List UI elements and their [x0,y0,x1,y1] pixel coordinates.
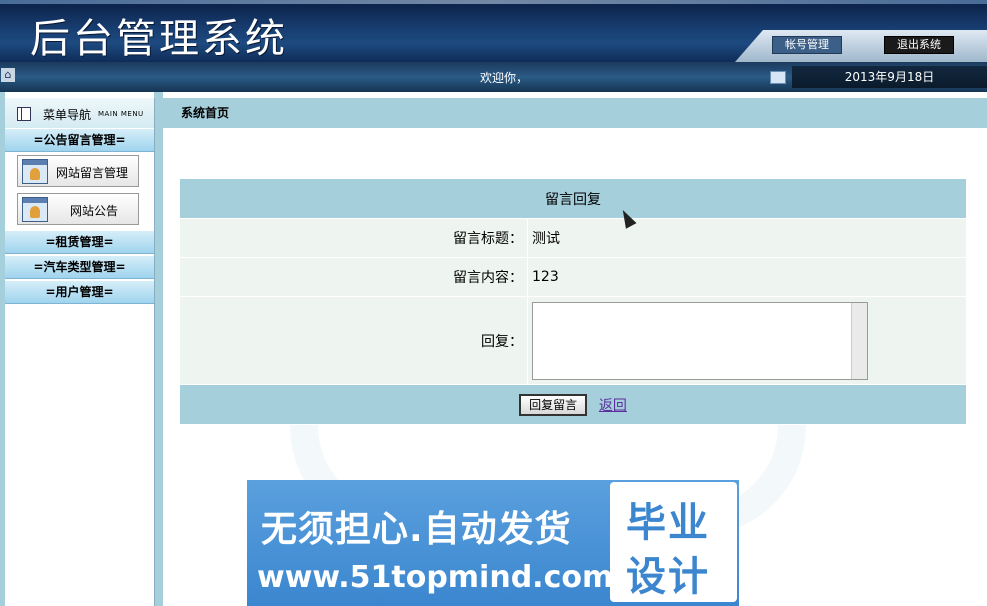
banner-badge: 毕业 设计 [610,482,737,602]
welcome-text: 欢迎你， [480,71,529,85]
user-avatar-icon [22,197,48,222]
user-avatar-icon [22,159,48,184]
message-title-value: 测试 [527,218,967,258]
status-bar: ⌂ 欢迎你， 2013年9月18日 [0,62,987,92]
logout-button[interactable]: 退出系统 [884,36,954,54]
app-title: 后台管理系统 [30,16,288,62]
reply-form: 留言回复 留言标题： 测试 留言内容： 123 回复： 回复留言 返回 [179,178,967,425]
reply-textarea[interactable] [532,302,868,380]
sidebar-item-label: 网站留言管理 [56,166,129,180]
sidebar-group-user[interactable]: =用户管理= [5,280,154,304]
banner-badge-line1: 毕业 [626,500,710,546]
current-date: 2013年9月18日 [792,66,987,88]
content-header: 系统首页 [163,98,987,128]
submit-reply-button[interactable]: 回复留言 [519,393,588,416]
sidebar-title: 菜单导航 [43,108,92,122]
textarea-scrollbar[interactable] [851,303,867,379]
sidebar-subtitle: MAIN MENU [98,110,144,118]
message-content-value: 123 [527,257,967,297]
sidebar-item-message-management[interactable]: 网站留言管理 [17,155,139,187]
sidebar-header: 菜单导航 MAIN MENU [5,98,154,128]
home-icon[interactable]: ⌂ [1,68,15,82]
promo-banner[interactable]: 无须担心.自动发货 www.51topmind.com 毕业 设计 [247,480,739,606]
sidebar-group-rental[interactable]: =租赁管理= [5,230,154,254]
message-title-label: 留言标题： [179,218,528,258]
calendar-icon [770,71,786,84]
sidebar: 菜单导航 MAIN MENU =公告留言管理= 网站留言管理 网站公告 =租赁管… [5,98,155,606]
form-caption: 留言回复 [179,178,967,219]
form-actions: 回复留言 返回 [179,384,967,425]
account-management-button[interactable]: 帐号管理 [772,36,842,54]
sidebar-frame-right [154,92,163,606]
sidebar-item-label: 网站公告 [70,204,119,218]
back-link[interactable]: 返回 [599,395,627,415]
message-content-label: 留言内容： [179,257,528,297]
sidebar-group-car-type[interactable]: =汽车类型管理= [5,255,154,279]
banner-badge-line2: 设计 [626,554,710,600]
menu-icon [17,107,31,121]
sidebar-group-notice-message[interactable]: =公告留言管理= [5,128,154,152]
banner-slogan: 无须担心.自动发货 [261,509,572,550]
breadcrumb: 系统首页 [181,106,230,120]
banner-url: www.51topmind.com [257,560,614,595]
header-glow [0,0,987,4]
reply-label: 回复： [179,296,528,385]
sidebar-item-site-notice[interactable]: 网站公告 [17,193,139,225]
